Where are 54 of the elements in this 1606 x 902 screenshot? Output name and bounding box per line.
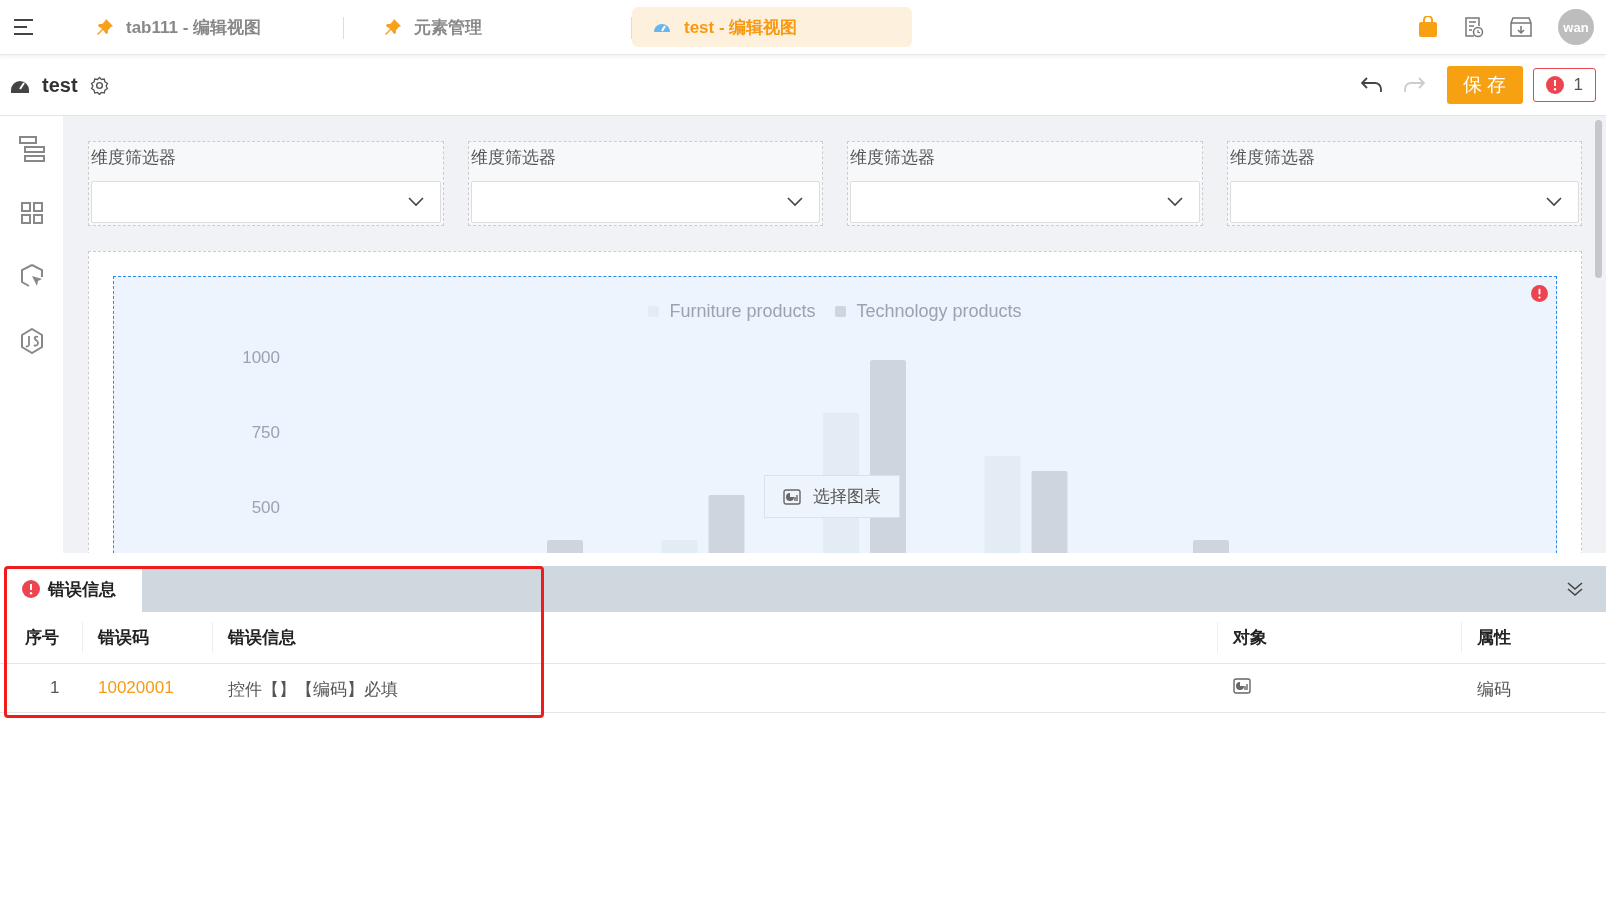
error-icon	[1545, 76, 1564, 94]
pin-icon	[384, 18, 402, 36]
column-header: 错误码	[82, 612, 212, 664]
save-button[interactable]: 保存	[1446, 66, 1523, 104]
axis-tick-label: 750	[251, 423, 280, 442]
select-chart-button[interactable]: 选择图表	[764, 475, 900, 518]
chevron-down-icon	[787, 197, 803, 207]
column-header: 对象	[1217, 612, 1461, 664]
error-code-link[interactable]: 10020001	[82, 664, 212, 713]
error-dot-icon	[1531, 285, 1548, 302]
table-cell: 控件【】【编码】必填	[212, 664, 1217, 713]
chevron-down-icon	[1546, 197, 1562, 207]
menu-icon[interactable]	[12, 19, 36, 35]
download-box-icon[interactable]	[1510, 17, 1532, 37]
error-icon	[22, 580, 40, 598]
grid-icon[interactable]	[20, 202, 43, 224]
axis-tick-label: 1000	[242, 348, 280, 367]
column-header: 错误信息	[212, 612, 1217, 664]
dropdown-field[interactable]	[850, 181, 1200, 223]
filter-label: 维度筛选器	[1229, 147, 1316, 169]
dropdown-field[interactable]	[91, 181, 441, 223]
table-cell: 编码	[1461, 664, 1606, 713]
filter-label: 维度筛选器	[91, 147, 177, 169]
hexagon-cursor-icon[interactable]	[20, 264, 43, 288]
error-count-button[interactable]: 1	[1532, 68, 1596, 102]
hexagon-js-icon[interactable]	[19, 328, 44, 354]
shopping-bag-icon[interactable]	[1418, 16, 1438, 38]
settings-icon[interactable]	[89, 75, 109, 95]
layers-icon[interactable]	[18, 136, 45, 162]
filter-label: 维度筛选器	[470, 147, 557, 169]
dropdown-field[interactable]	[1229, 181, 1579, 223]
scrollbar[interactable]	[1595, 120, 1602, 278]
page-title: test	[42, 73, 78, 97]
chart-icon	[783, 488, 801, 505]
bar	[547, 540, 583, 553]
column-header: 属性	[1461, 612, 1606, 664]
axis-tick-label: 500	[251, 498, 280, 517]
legend-item: Technology products	[835, 301, 1022, 322]
bar	[708, 495, 745, 553]
filter-label: 维度筛选器	[850, 147, 936, 169]
double-chevron-down-icon[interactable]	[1566, 581, 1584, 597]
chevron-down-icon	[407, 197, 424, 207]
bar	[1193, 540, 1229, 553]
table-cell: 1	[0, 664, 82, 713]
undo-icon[interactable]	[1360, 77, 1383, 93]
pin-icon	[96, 18, 114, 36]
chevron-down-icon	[1166, 197, 1183, 207]
chart-icon	[1233, 678, 1251, 694]
legend-item: Furniture products	[648, 301, 816, 322]
tab[interactable]: test - 编辑视图	[632, 7, 912, 47]
column-header: 序号	[0, 612, 82, 664]
document-clock-icon[interactable]	[1464, 16, 1484, 38]
user-avatar[interactable]: wan	[1558, 9, 1594, 45]
dropdown-field[interactable]	[470, 181, 820, 223]
